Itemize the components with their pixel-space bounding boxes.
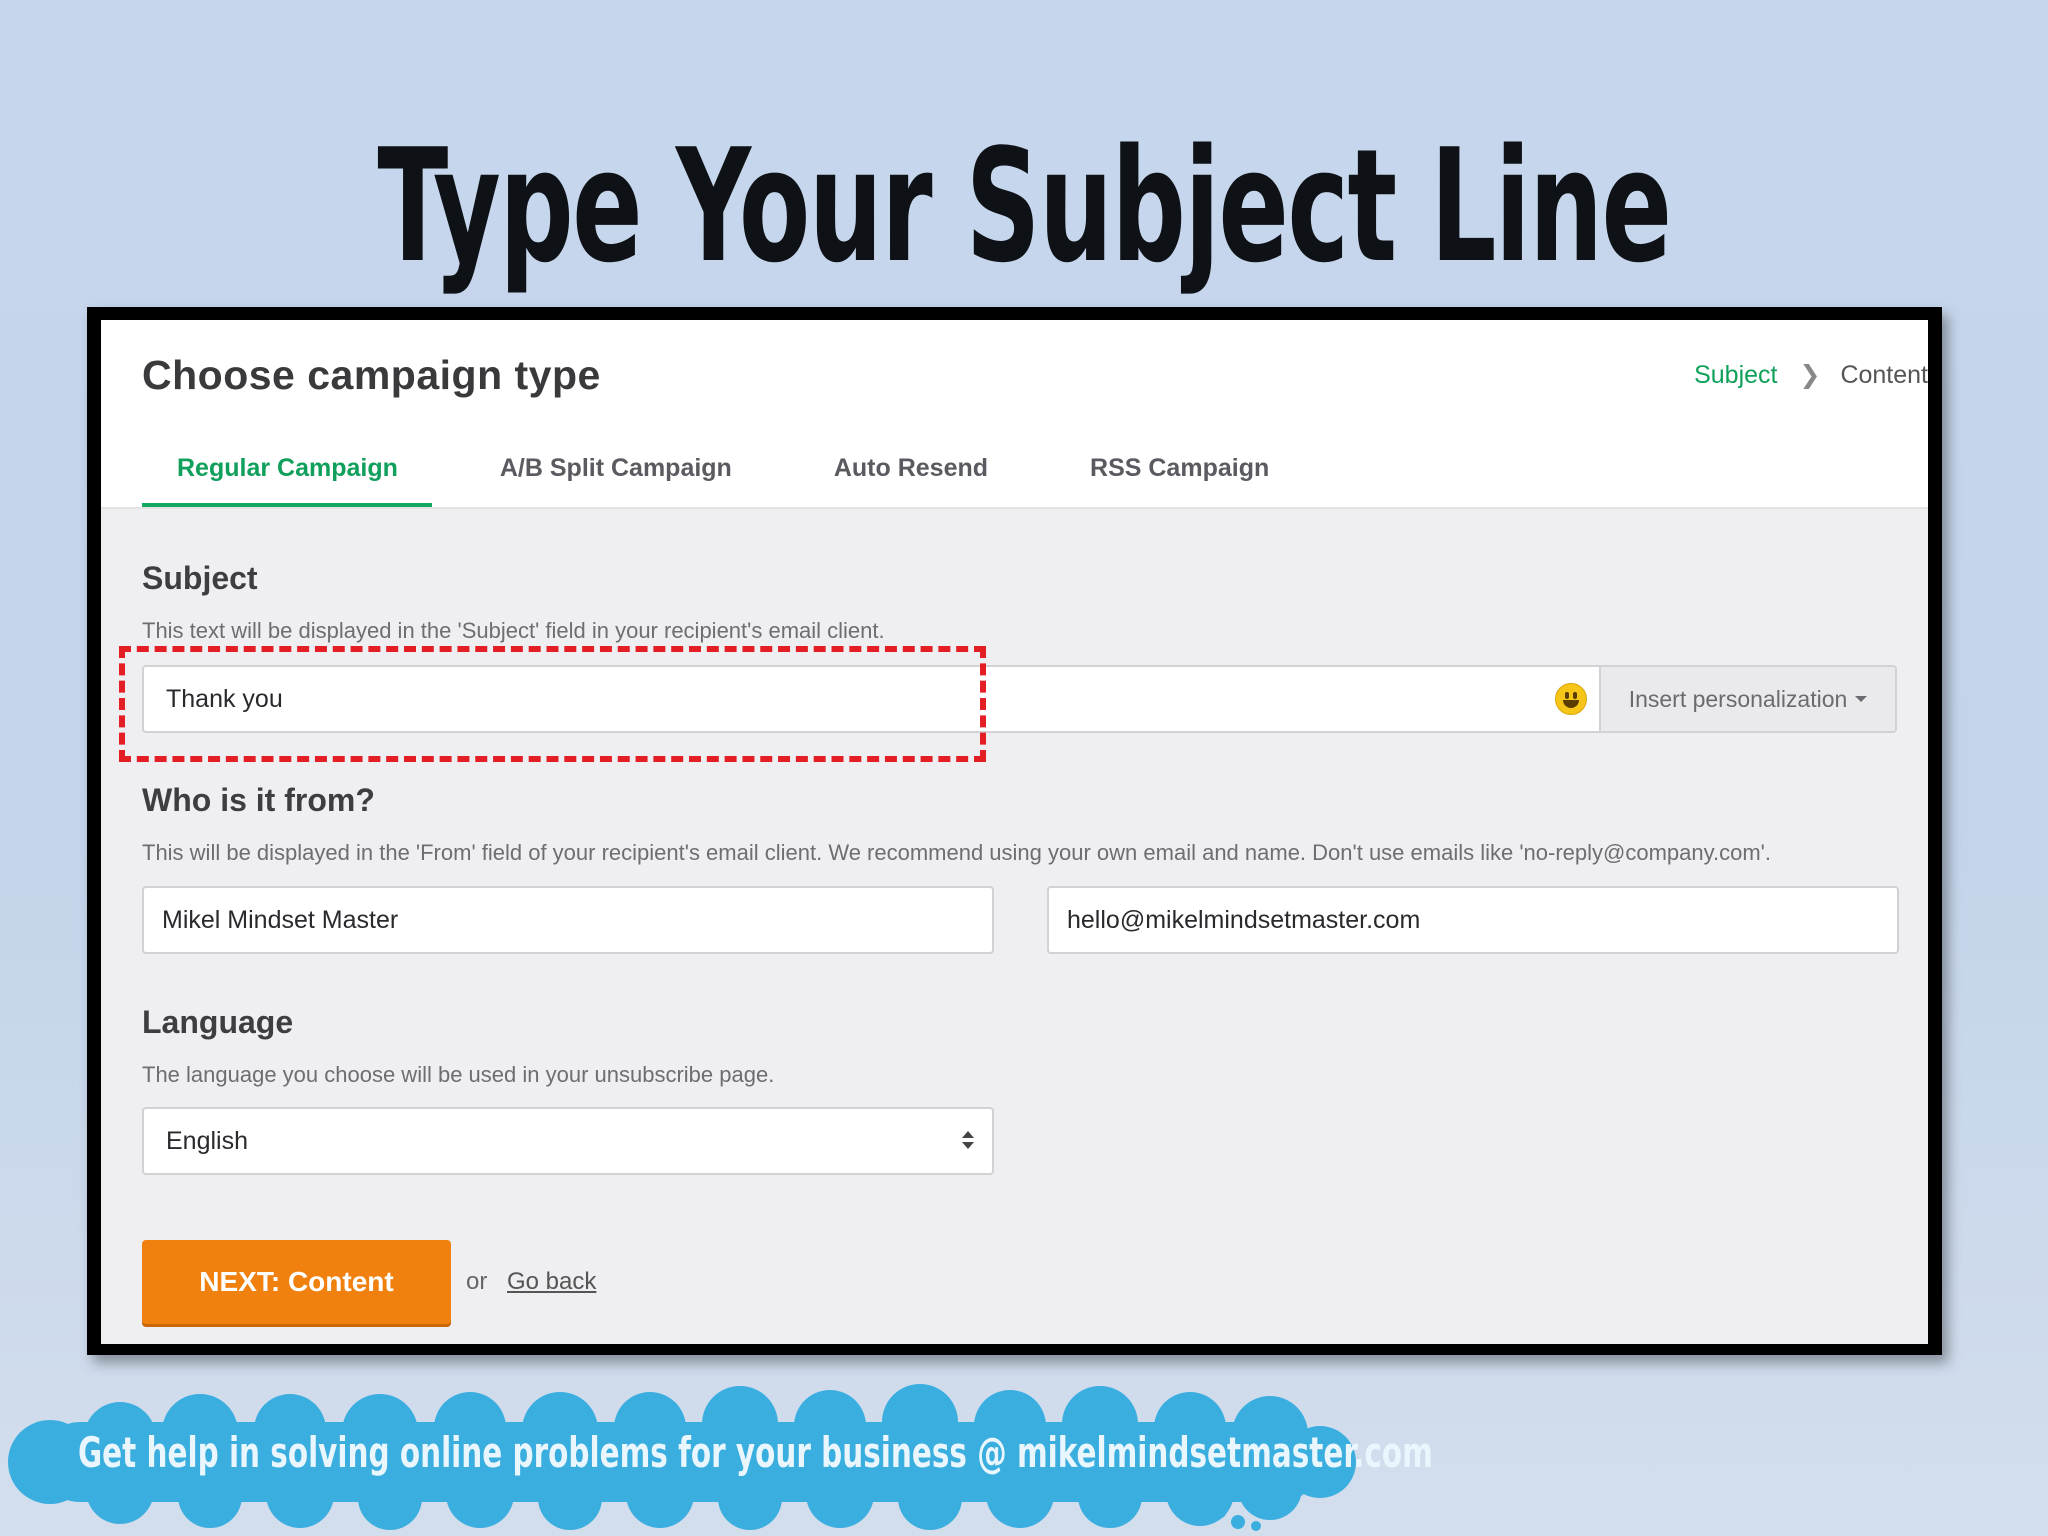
- from-email-input[interactable]: hello@mikelmindsetmaster.com: [1047, 886, 1899, 954]
- language-section-title: Language: [142, 1004, 294, 1040]
- slide-title: Type Your Subject Line: [377, 115, 1672, 297]
- step-subject[interactable]: Subject: [1694, 361, 1777, 389]
- language-select[interactable]: English: [142, 1107, 994, 1175]
- step-breadcrumb: Subject ❯ Content: [1694, 360, 1928, 390]
- page-title: Choose campaign type: [142, 352, 601, 398]
- smiley-icon[interactable]: [1555, 683, 1587, 715]
- subject-section-title: Subject: [142, 560, 258, 596]
- banner-text: Get help in solving online problems for …: [78, 1428, 1433, 1477]
- campaign-app: Choose campaign type Subject ❯ Content Reg…: [101, 320, 1928, 1344]
- subject-input[interactable]: Thank you: [142, 665, 1599, 733]
- from-description: This will be displayed in the 'From' fie…: [142, 840, 1771, 865]
- language-description: The language you choose will be used in …: [142, 1062, 775, 1087]
- app-header: Choose campaign type Subject ❯ Content Reg…: [101, 320, 1928, 509]
- tab-rss-campaign[interactable]: RSS Campaign: [1056, 448, 1303, 504]
- from-email-value: hello@mikelmindsetmaster.com: [1067, 905, 1421, 934]
- subject-description: This text will be displayed in the 'Subj…: [142, 618, 885, 643]
- tab-auto-resend[interactable]: Auto Resend: [800, 448, 1022, 504]
- from-name-input[interactable]: Mikel Mindset Master: [142, 886, 994, 954]
- tab-ab-split-campaign[interactable]: A/B Split Campaign: [466, 448, 766, 504]
- caret-down-icon: [1855, 696, 1868, 702]
- chevron-right-icon: ❯: [1799, 361, 1821, 389]
- insert-personalization-button[interactable]: Insert personalization: [1599, 665, 1897, 733]
- language-selected-value: English: [166, 1126, 248, 1155]
- step-content[interactable]: Content: [1840, 361, 1928, 389]
- from-name-value: Mikel Mindset Master: [162, 905, 399, 934]
- insert-personalization-label: Insert personalization: [1628, 685, 1848, 712]
- next-content-button[interactable]: NEXT: Content: [142, 1240, 451, 1324]
- from-section-title: Who is it from?: [142, 782, 375, 818]
- tab-regular-campaign[interactable]: Regular Campaign: [142, 448, 432, 507]
- go-back-link[interactable]: Go back: [507, 1268, 596, 1296]
- subject-input-value: Thank you: [166, 684, 283, 713]
- or-text: or: [466, 1268, 488, 1295]
- campaign-type-tabs: Regular Campaign A/B Split Campaign Auto…: [142, 448, 1303, 507]
- select-arrows-icon: [962, 1131, 974, 1149]
